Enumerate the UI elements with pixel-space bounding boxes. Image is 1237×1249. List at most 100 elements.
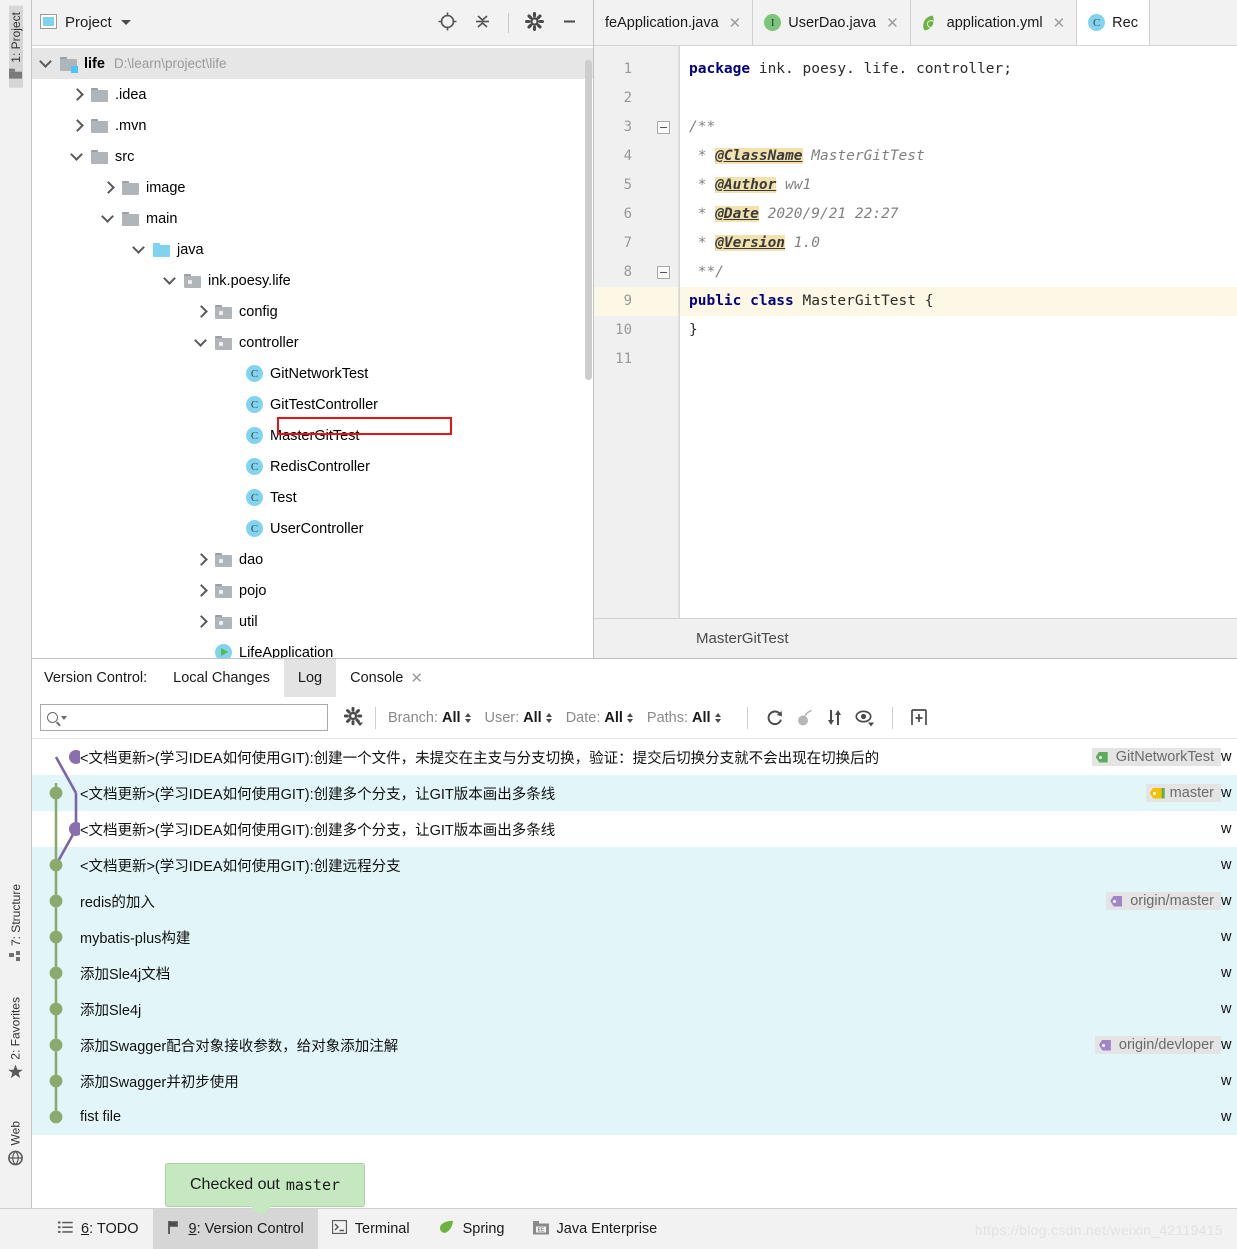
eye-icon[interactable] (850, 705, 880, 731)
tree-node-java[interactable]: java (32, 234, 593, 265)
tree-node-dao[interactable]: dao (32, 544, 593, 575)
tree-scrollbar[interactable] (583, 46, 593, 386)
editor-tab-userdao-java[interactable]: I UserDao.java ✕ (753, 0, 911, 45)
tree-node-image[interactable]: image (32, 172, 593, 203)
commit-row[interactable]: fist file w (32, 1099, 1237, 1135)
tree-node-label: main (146, 210, 178, 227)
sidebar-tab-favorites[interactable]: 2: Favorites (8, 991, 23, 1088)
close-icon[interactable]: ✕ (1053, 14, 1066, 32)
code-viewport[interactable]: 1 2 3 4 5 6 7 8 9 10 11 package ink. poesy. life. … (594, 46, 1237, 618)
filter-paths[interactable]: Paths: All (647, 710, 721, 726)
search-input[interactable] (40, 704, 328, 731)
status-item-terminal[interactable]: Terminal (318, 1209, 424, 1249)
chevron-right-icon[interactable] (195, 305, 208, 318)
tree-node-src[interactable]: src (32, 141, 593, 172)
tree-node-lifeapplication[interactable]: LifeApplication (32, 637, 593, 658)
sidebar-tab-project[interactable]: 1: Project (8, 6, 23, 88)
chevron-down-icon[interactable] (195, 336, 208, 349)
branch-ref-tag[interactable]: master (1145, 784, 1221, 802)
commit-row[interactable]: redis的加入 origin/master w (32, 883, 1237, 919)
tab-local-changes[interactable]: Local Changes (159, 659, 284, 697)
tree-node-main[interactable]: main (32, 203, 593, 234)
chevron-down-icon[interactable] (102, 212, 115, 225)
intellisort-icon[interactable] (905, 705, 935, 731)
chevron-down-icon[interactable] (164, 274, 177, 287)
filter-branch[interactable]: Branch: All (388, 710, 471, 726)
tree-node-gitnetworktest[interactable]: C GitNetworkTest (32, 358, 593, 389)
tree-node-mastergittest[interactable]: C MasterGitTest (32, 420, 593, 451)
chevron-right-icon[interactable] (195, 584, 208, 597)
tree-node-controller[interactable]: controller (32, 327, 593, 358)
sidebar-tab-structure[interactable]: 7: Structure (9, 878, 23, 971)
commit-row[interactable]: mybatis-plus构建 w (32, 919, 1237, 955)
breadcrumb[interactable]: MasterGitTest (594, 618, 1237, 658)
status-item-java-enterprise[interactable]: EE Java Enterprise (519, 1209, 672, 1249)
filter-user[interactable]: User: All (485, 710, 552, 726)
chevron-right-icon[interactable] (195, 553, 208, 566)
close-icon[interactable]: ✕ (410, 669, 423, 687)
tree-node--mvn[interactable]: .mvn (32, 110, 593, 141)
refresh-icon[interactable] (760, 705, 790, 731)
filter-date[interactable]: Date: All (566, 710, 633, 726)
chevron-right-icon[interactable] (102, 181, 115, 194)
close-icon[interactable]: ✕ (729, 14, 742, 32)
branch-ref-tag[interactable]: GitNetworkTest (1091, 748, 1221, 766)
code-fold-marker[interactable] (657, 121, 670, 134)
commit-subject: 添加Sle4j文档 (80, 966, 171, 983)
locate-icon[interactable] (438, 12, 457, 34)
tree-node-gittestcontroller[interactable]: C GitTestController (32, 389, 593, 420)
terminal-icon (331, 1219, 347, 1238)
commit-row[interactable]: <文档更新>(学习IDEA如何使用GIT):创建一个文件，未提交在主支与分支切换… (32, 739, 1237, 775)
close-icon[interactable]: ✕ (886, 14, 899, 32)
status-item-spring[interactable]: Spring (424, 1209, 519, 1249)
chevron-down-icon[interactable] (40, 57, 53, 70)
status-item-todo[interactable]: 6: TODO (44, 1209, 153, 1249)
tree-node--idea[interactable]: .idea (32, 79, 593, 110)
git-log-table[interactable]: <文档更新>(学习IDEA如何使用GIT):创建一个文件，未提交在主支与分支切换… (32, 739, 1237, 1208)
tree-node-rediscontroller[interactable]: C RedisController (32, 451, 593, 482)
branch-ref-tag[interactable]: origin/devloper (1094, 1036, 1221, 1054)
minimize-icon[interactable] (560, 12, 579, 34)
chevron-right-icon[interactable] (71, 88, 84, 101)
chevron-right-icon[interactable] (195, 615, 208, 628)
editor-tab-rec[interactable]: C Rec (1077, 0, 1150, 45)
collapse-all-icon[interactable] (473, 12, 492, 34)
tab-label: Console (350, 670, 404, 686)
chevron-right-icon[interactable] (71, 119, 84, 132)
chevron-down-icon[interactable] (61, 715, 67, 720)
tree-node-test[interactable]: C Test (32, 482, 593, 513)
tree-node-life[interactable]: life D:\learn\project\life (32, 48, 593, 79)
branch-ref-tag[interactable]: origin/master (1106, 892, 1221, 910)
project-tree[interactable]: life D:\learn\project\life .idea .mvn src ima… (32, 46, 593, 658)
code-text[interactable]: package ink. poesy. life. controller; /*… (679, 46, 1237, 618)
editor-tab-bar[interactable]: feApplication.java ✕ I UserDao.java ✕ applica… (594, 0, 1237, 46)
sort-icon[interactable] (820, 705, 850, 731)
code-fold-marker[interactable] (657, 266, 670, 279)
commit-row[interactable]: 添加Sle4j文档 w (32, 955, 1237, 991)
editor-tab-application-yml[interactable]: application.yml ✕ (911, 0, 1078, 45)
tree-node-ink-poesy-life[interactable]: ink.poesy.life (32, 265, 593, 296)
chevron-down-icon[interactable] (133, 243, 146, 256)
commit-row[interactable]: 添加Sle4j w (32, 991, 1237, 1027)
tab-console[interactable]: Console ✕ (336, 659, 437, 697)
gear-icon[interactable] (343, 706, 363, 729)
commit-row[interactable]: <文档更新>(学习IDEA如何使用GIT):创建多个分支，让GIT版本画出多条线… (32, 811, 1237, 847)
tree-node-util[interactable]: util (32, 606, 593, 637)
commit-row[interactable]: 添加Swagger配合对象接收参数，给对象添加注解 origin/devloper… (32, 1027, 1237, 1063)
chevron-down-icon[interactable] (71, 150, 84, 163)
tab-log[interactable]: Log (283, 659, 337, 697)
status-item-version-control[interactable]: 9: Version Control (152, 1208, 318, 1249)
chevron-down-icon[interactable] (120, 20, 131, 25)
gear-icon[interactable] (525, 11, 544, 34)
commit-row[interactable]: <文档更新>(学习IDEA如何使用GIT):创建多个分支，让GIT版本画出多条线… (32, 775, 1237, 811)
tree-node-pojo[interactable]: pojo (32, 575, 593, 606)
commit-row[interactable]: <文档更新>(学习IDEA如何使用GIT):创建远程分支 w (32, 847, 1237, 883)
commit-graph-cell (32, 883, 80, 919)
tree-node-config[interactable]: config (32, 296, 593, 327)
commit-author: w (1221, 1001, 1232, 1017)
sidebar-tab-web[interactable]: Web (8, 1115, 23, 1174)
cherry-pick-icon[interactable] (790, 705, 820, 731)
editor-tab-feapplication-java[interactable]: feApplication.java ✕ (594, 0, 754, 45)
commit-row[interactable]: 添加Swagger并初步使用 w (32, 1063, 1237, 1099)
tree-node-usercontroller[interactable]: C UserController (32, 513, 593, 544)
